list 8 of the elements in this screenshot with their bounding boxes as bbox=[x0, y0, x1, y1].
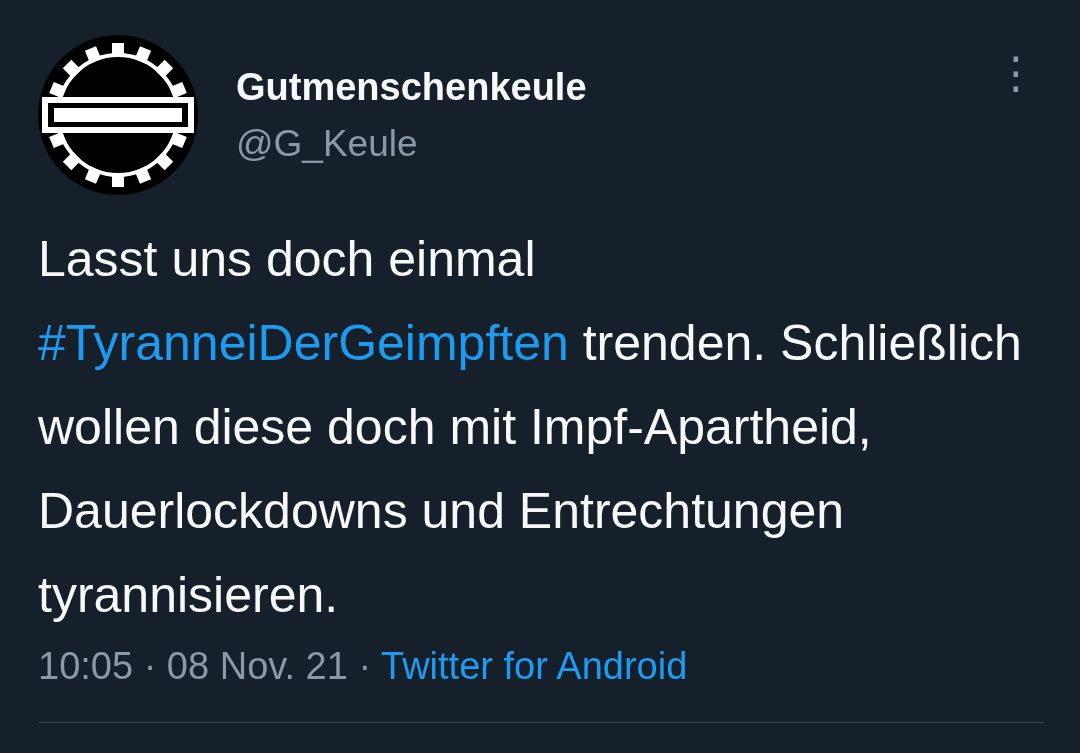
gear-emblem-icon bbox=[38, 35, 198, 195]
author-name[interactable]: Gutmenschenkeule bbox=[236, 65, 587, 109]
tweet-timestamp: 10:05 · 08 Nov. 21 · bbox=[38, 645, 372, 688]
author-handle[interactable]: @G_Keule bbox=[236, 122, 418, 165]
source-link[interactable]: Twitter for Android bbox=[381, 645, 688, 688]
tweet-text: Lasst uns doch einmal #TyranneiDerGeimpften trenden. Schließlich wollen diese doch mit Impf-Apartheid, Dauerlockdowns und Entrechtungen tyrannisieren. bbox=[38, 230, 1023, 625]
more-options-button[interactable]: ⋮ bbox=[988, 51, 1044, 95]
hashtag-link[interactable]: #TyranneiDerGeimpften bbox=[38, 315, 569, 371]
